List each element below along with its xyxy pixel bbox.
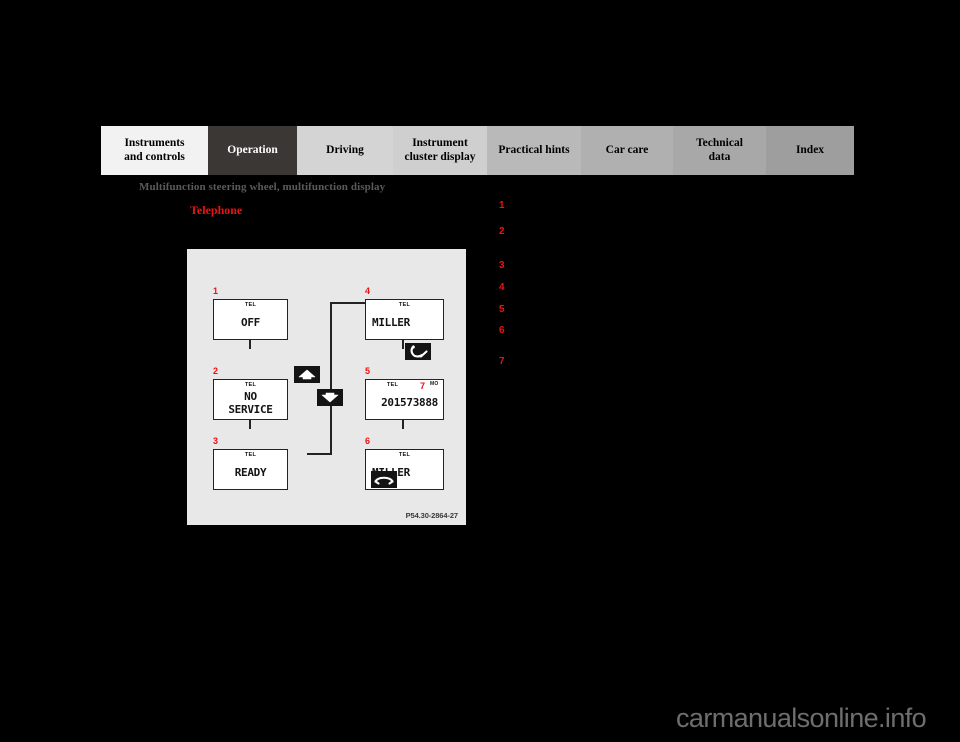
tab-label: Instrument cluster display [404,137,476,163]
display-body: MILLER [366,310,443,337]
display-body: 201573888 [366,390,443,417]
display-tel-no-service: TEL NO SERVICE [213,379,288,420]
callout-4: 4 [365,286,371,296]
display-header-label: TEL [244,452,257,458]
connector-3-right [307,453,332,455]
tab-technical-data[interactable]: Technical data [673,126,766,175]
legend-item-2: 2 [499,226,516,239]
connector-bus-to-4 [330,302,365,304]
figure-caption: P54.30-2864-27 [405,511,459,520]
connector-vertical-bus [330,302,332,455]
display-line: READY [234,466,267,480]
display-line: MILLER [372,316,410,330]
scroll-down-key[interactable] [317,389,343,406]
display-line: SERVICE [228,402,273,416]
legend-item-1: 1 [499,200,516,213]
callout-2: 2 [213,366,219,376]
legend-number: 1 [499,200,505,211]
display-header-label: TEL [386,382,399,388]
legend-number: 7 [499,356,505,367]
telephone-display-flow-figure: 1 TEL OFF 2 TEL NO SERVICE 3 TEL READY 4… [187,249,466,525]
display-body: READY [214,460,287,487]
callout-1: 1 [213,286,219,296]
tab-label: Car care [605,143,649,156]
callout-6: 6 [365,436,371,446]
tab-label: Technical data [696,137,743,163]
call-accept-key[interactable] [405,343,431,360]
legend-item-3: 3 [499,260,516,273]
display-tel-off: TEL OFF [213,299,288,340]
display-tel-ready: TEL READY [213,449,288,490]
display-header-label: TEL [244,302,257,308]
legend-number: 3 [499,260,505,271]
legend-item-5: 5 [499,304,516,317]
tab-instrument-cluster-display[interactable]: Instrument cluster display [393,126,487,175]
call-end-key[interactable] [371,471,397,488]
chevron-up-icon [298,369,316,380]
display-body: OFF [214,310,287,337]
handset-pickup-icon [410,345,428,358]
display-header-label: TEL [244,382,257,388]
tab-driving[interactable]: Driving [297,126,393,175]
tab-label: Index [795,143,825,156]
tab-label: Practical hints [498,143,570,156]
section-heading: Multifunction steering wheel, multifunct… [139,181,386,193]
page-title: Telephone [190,203,243,217]
legend-number: 6 [499,325,505,336]
callout-5: 5 [365,366,371,376]
tab-label: Driving [326,143,364,156]
display-line: 201573888 [381,396,438,410]
scroll-up-key[interactable] [294,366,320,383]
display-tel-miller-incoming: TEL MILLER [365,299,444,340]
section-tab-bar: Instruments and controls Operation Drivi… [101,126,854,175]
display-tel-phone-number: TEL 7 MO 201573888 [365,379,444,420]
legend-number: 5 [499,304,505,315]
callout-3: 3 [213,436,219,446]
tab-operation[interactable]: Operation [208,126,297,175]
display-line: OFF [241,316,260,330]
handset-hangup-icon [374,476,394,485]
tab-instruments-and-controls[interactable]: Instruments and controls [101,126,208,175]
legend-item-4: 4 [499,282,516,295]
display-line: NO [244,390,257,404]
legend-item-7: 7 [499,356,516,369]
tab-label: Operation [227,143,278,156]
tab-index[interactable]: Index [766,126,854,175]
tab-practical-hints[interactable]: Practical hints [487,126,581,175]
legend-number: 4 [499,282,505,293]
display-header-label: TEL [398,452,411,458]
tab-car-care[interactable]: Car care [581,126,673,175]
legend-item-6: 6 [499,325,516,338]
display-mode-indicator: MO [430,381,439,387]
tab-label: Instruments and controls [124,137,185,163]
display-header-label: TEL [398,302,411,308]
chevron-down-icon [321,392,339,403]
site-watermark: carmanualsonline.info [676,703,927,733]
legend-number: 2 [499,226,505,237]
display-body: NO SERVICE [214,390,287,417]
